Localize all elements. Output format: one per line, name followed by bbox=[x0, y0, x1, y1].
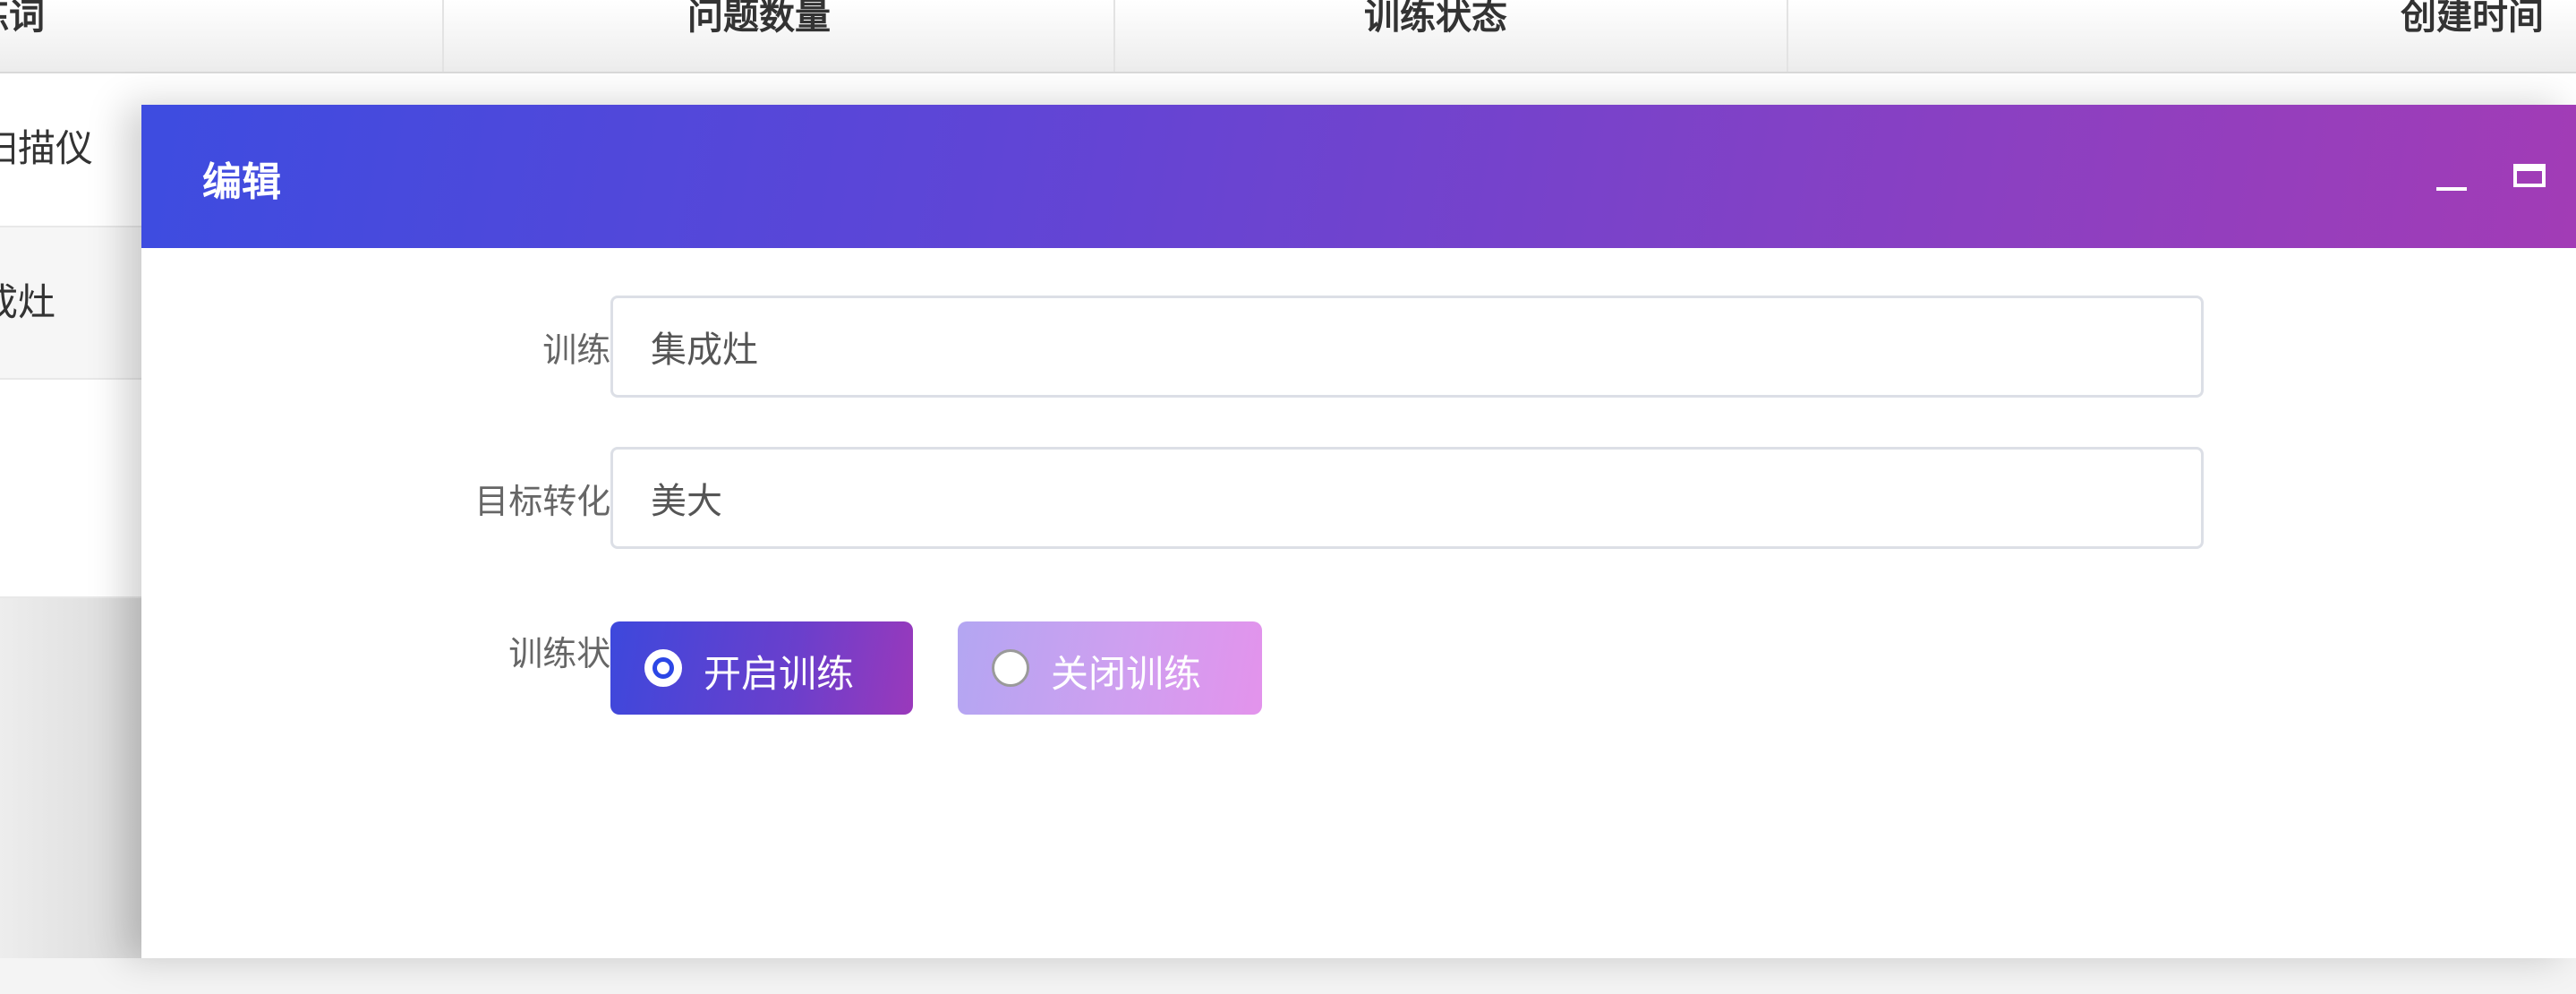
page-footer-strip bbox=[0, 958, 2576, 994]
table-cell-training-word: 成灶 bbox=[0, 280, 56, 324]
column-divider bbox=[442, 0, 444, 72]
maximize-button[interactable] bbox=[2504, 150, 2558, 203]
table-header-training-status[interactable]: 训练状态 bbox=[1364, 0, 1507, 39]
table-header: 练词 问题数量 训练状态 创建时间 bbox=[0, 0, 2576, 74]
maximize-icon bbox=[2513, 164, 2546, 187]
table-header-training-word[interactable]: 练词 bbox=[0, 0, 45, 39]
radio-selected-icon bbox=[644, 649, 682, 687]
radio-enable-training-label: 开启训练 bbox=[704, 652, 855, 696]
overlay-shadow-area bbox=[0, 598, 143, 958]
column-divider bbox=[1113, 0, 1115, 72]
table-cell-training-word: 扫描仪 bbox=[0, 126, 94, 170]
edit-dialog: 编辑 训练词: 目标转化词: 训练状态: 开启训练 关闭训练 bbox=[141, 105, 2576, 958]
minimize-button[interactable] bbox=[2424, 150, 2478, 203]
column-divider bbox=[1787, 0, 1788, 72]
radio-unselected-icon bbox=[992, 649, 1029, 687]
radio-disable-training[interactable]: 关闭训练 bbox=[958, 621, 1262, 715]
target-word-input[interactable] bbox=[610, 447, 2204, 549]
dialog-title: 编辑 bbox=[202, 159, 281, 205]
table-header-question-count[interactable]: 问题数量 bbox=[687, 0, 831, 39]
table-header-created-time[interactable]: 创建时间 bbox=[2401, 0, 2544, 39]
training-word-input[interactable] bbox=[610, 296, 2204, 398]
dialog-titlebar[interactable]: 编辑 bbox=[141, 105, 2576, 248]
radio-disable-training-label: 关闭训练 bbox=[1051, 652, 1202, 696]
radio-enable-training[interactable]: 开启训练 bbox=[610, 621, 913, 715]
minimize-icon bbox=[2436, 187, 2467, 191]
